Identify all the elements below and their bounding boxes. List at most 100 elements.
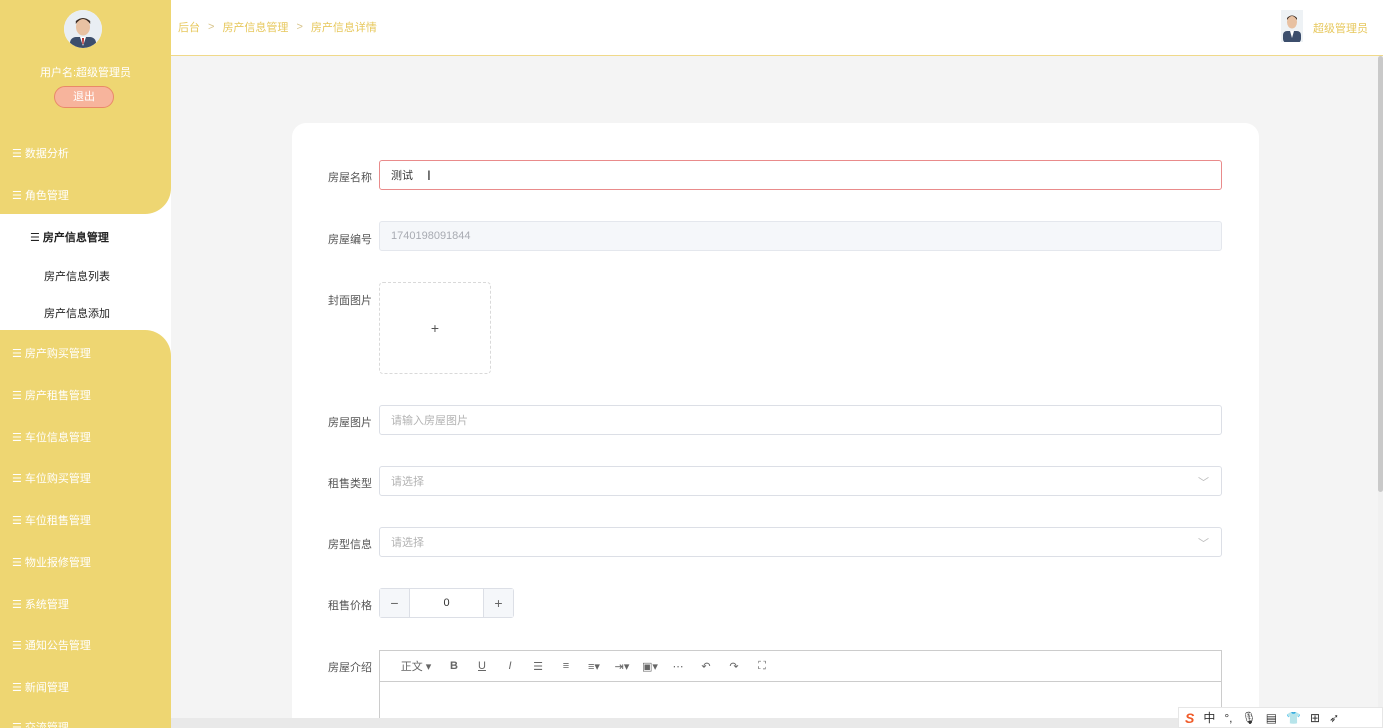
menu-item-house-info[interactable]: ☰ 房产信息管理 [30, 229, 109, 245]
menu-item-label: 房产租售管理 [24, 390, 91, 402]
menu-item-notice[interactable]: ☰ 通知公告管理 [12, 637, 91, 653]
plus-icon: + [430, 320, 440, 336]
house-type-label: 房型信息 [328, 539, 372, 551]
chevron-down-icon: ﹀ [1198, 477, 1209, 489]
menu-item-label: 通知公告管理 [24, 640, 91, 652]
ime-toolbar: S 中 °, 🎙 ▤ 👕 ⊞ ➶ [1178, 707, 1383, 728]
rent-type-label: 租售类型 [328, 478, 372, 490]
menu-item-parking-info[interactable]: ☰ 车位信息管理 [12, 429, 91, 445]
menu-item-label: 车位信息管理 [24, 432, 91, 444]
rich-text-editor: 正文 ▾ B U I ☰ ≡ ≡▾ ⇥▾ ▣▾ ⋯ ↶ ↷ ⛶ [379, 650, 1222, 728]
list-icon: ☰ [30, 231, 40, 244]
page-scrollbar[interactable] [1378, 56, 1383, 728]
sidebar: 用户名:超级管理员 退出 ☰ 数据分析 ☰ 角色管理 ☰ 房产信息管理 房产信息… [0, 0, 171, 728]
menu-item-news[interactable]: ☰ 新闻管理 [12, 679, 69, 695]
decrement-button[interactable]: − [380, 589, 410, 617]
list-icon: ☰ [12, 472, 22, 485]
list-icon: ☰ [12, 189, 22, 202]
menu-item-house-purchase[interactable]: ☰ 房产购买管理 [12, 345, 91, 361]
menu-item-parking-purchase[interactable]: ☰ 车位购买管理 [12, 470, 91, 486]
underline-button[interactable]: U [468, 660, 496, 672]
indent-icon[interactable]: ⇥▾ [608, 660, 636, 673]
submenu-house-list[interactable]: 房产信息列表 [44, 268, 110, 284]
header-username[interactable]: 超级管理员 [1313, 20, 1368, 36]
chevron-down-icon: ﹀ [1198, 538, 1209, 550]
bold-button[interactable]: B [440, 660, 468, 672]
house-type-placeholder: 请选择 [391, 537, 424, 549]
microphone-icon[interactable]: 🎙 [1242, 711, 1257, 725]
chevron-right-icon: > [296, 21, 303, 33]
bullet-list-icon[interactable]: ☰ [524, 660, 552, 673]
username: 用户名:超级管理员 [39, 67, 132, 79]
menu-item-parking-rent[interactable]: ☰ 车位租售管理 [12, 512, 91, 528]
submenu-house-add[interactable]: 房产信息添加 [44, 305, 110, 321]
house-name-label: 房屋名称 [328, 172, 372, 184]
cover-image-upload[interactable]: + [379, 282, 491, 374]
breadcrumb-home[interactable]: 后台 [178, 19, 200, 35]
menu-item-label: 车位购买管理 [24, 473, 91, 485]
list-icon: ☰ [12, 721, 22, 728]
breadcrumb-current: 房产信息详情 [310, 22, 377, 34]
list-icon: ☰ [12, 347, 22, 360]
menu-item-communication[interactable]: ☰ 交流管理 [12, 719, 69, 728]
list-icon: ☰ [12, 147, 22, 160]
menu-item-label: 房产购买管理 [24, 348, 91, 360]
apps-grid-icon[interactable]: ⊞ [1310, 711, 1320, 725]
list-icon: ☰ [12, 598, 22, 611]
align-icon[interactable]: ≡▾ [580, 660, 608, 673]
menu-item-data-analysis[interactable]: ☰ 数据分析 [12, 145, 69, 161]
menu-item-label: 房产信息管理 [42, 232, 109, 244]
logout-button[interactable]: 退出 [54, 86, 114, 108]
house-code-input: 1740198091844 [379, 221, 1222, 251]
scrollbar-thumb[interactable] [1378, 56, 1383, 492]
house-code-value: 1740198091844 [391, 230, 471, 242]
menu-item-label: 数据分析 [24, 148, 69, 160]
sogou-logo-icon[interactable]: S [1185, 710, 1194, 726]
list-icon: ☰ [12, 389, 22, 402]
menu-item-label: 车位租售管理 [24, 515, 91, 527]
horizontal-scrollbar[interactable] [171, 718, 1179, 728]
list-icon: ☰ [12, 431, 22, 444]
top-header: 后台 > 房产信息管理 > 房产信息详情 超级管理员 [171, 0, 1383, 56]
menu-item-label: 角色管理 [24, 190, 69, 202]
breadcrumb-house-info[interactable]: 房产信息管理 [222, 19, 288, 35]
paragraph-dropdown[interactable]: 正文 ▾ [392, 658, 440, 674]
menu-item-system[interactable]: ☰ 系统管理 [12, 596, 69, 612]
image-icon[interactable]: ▣▾ [636, 660, 664, 673]
list-icon: ☰ [12, 514, 22, 527]
menu-item-property-repair[interactable]: ☰ 物业报修管理 [12, 554, 91, 570]
rent-type-placeholder: 请选择 [391, 476, 424, 488]
menu-item-role[interactable]: ☰ 角色管理 [12, 187, 69, 203]
house-name-value: 测试 [391, 170, 413, 182]
menu-item-label: 新闻管理 [24, 682, 69, 694]
ime-lang-toggle[interactable]: 中 [1203, 709, 1215, 726]
list-icon: ☰ [12, 556, 22, 569]
increment-button[interactable]: + [483, 589, 513, 617]
house-type-select[interactable]: 请选择 ﹀ [379, 527, 1222, 557]
editor-toolbar: 正文 ▾ B U I ☰ ≡ ≡▾ ⇥▾ ▣▾ ⋯ ↶ ↷ ⛶ [380, 651, 1221, 682]
rent-type-select[interactable]: 请选择 ﹀ [379, 466, 1222, 496]
skin-icon[interactable]: 👕 [1286, 711, 1301, 725]
house-photo-label: 房屋图片 [328, 417, 372, 429]
avatar [64, 10, 102, 48]
list-icon: ☰ [12, 681, 22, 694]
undo-icon[interactable]: ↶ [692, 660, 720, 673]
punctuation-icon[interactable]: °, [1224, 711, 1232, 725]
price-input[interactable]: 0 [410, 589, 483, 617]
text-cursor-icon: I [427, 167, 431, 183]
house-photo-input[interactable]: 请输入房屋图片 [379, 405, 1222, 435]
fullscreen-icon[interactable]: ⛶ [748, 660, 776, 673]
tool-icon[interactable]: ➶ [1329, 711, 1339, 725]
menu-item-label: 交流管理 [24, 722, 69, 728]
numbered-list-icon[interactable]: ≡ [552, 660, 580, 672]
keyboard-icon[interactable]: ▤ [1266, 711, 1277, 725]
cover-image-label: 封面图片 [328, 295, 372, 307]
italic-button[interactable]: I [496, 660, 524, 672]
divider-icon[interactable]: ⋯ [664, 660, 692, 673]
breadcrumb: 后台 > 房产信息管理 > 房产信息详情 [178, 19, 377, 35]
redo-icon[interactable]: ↷ [720, 660, 748, 673]
menu-item-house-rent[interactable]: ☰ 房产租售管理 [12, 387, 91, 403]
header-avatar[interactable] [1281, 10, 1303, 42]
house-name-input[interactable]: 测试 I [379, 160, 1222, 190]
price-stepper: − 0 + [379, 588, 514, 618]
